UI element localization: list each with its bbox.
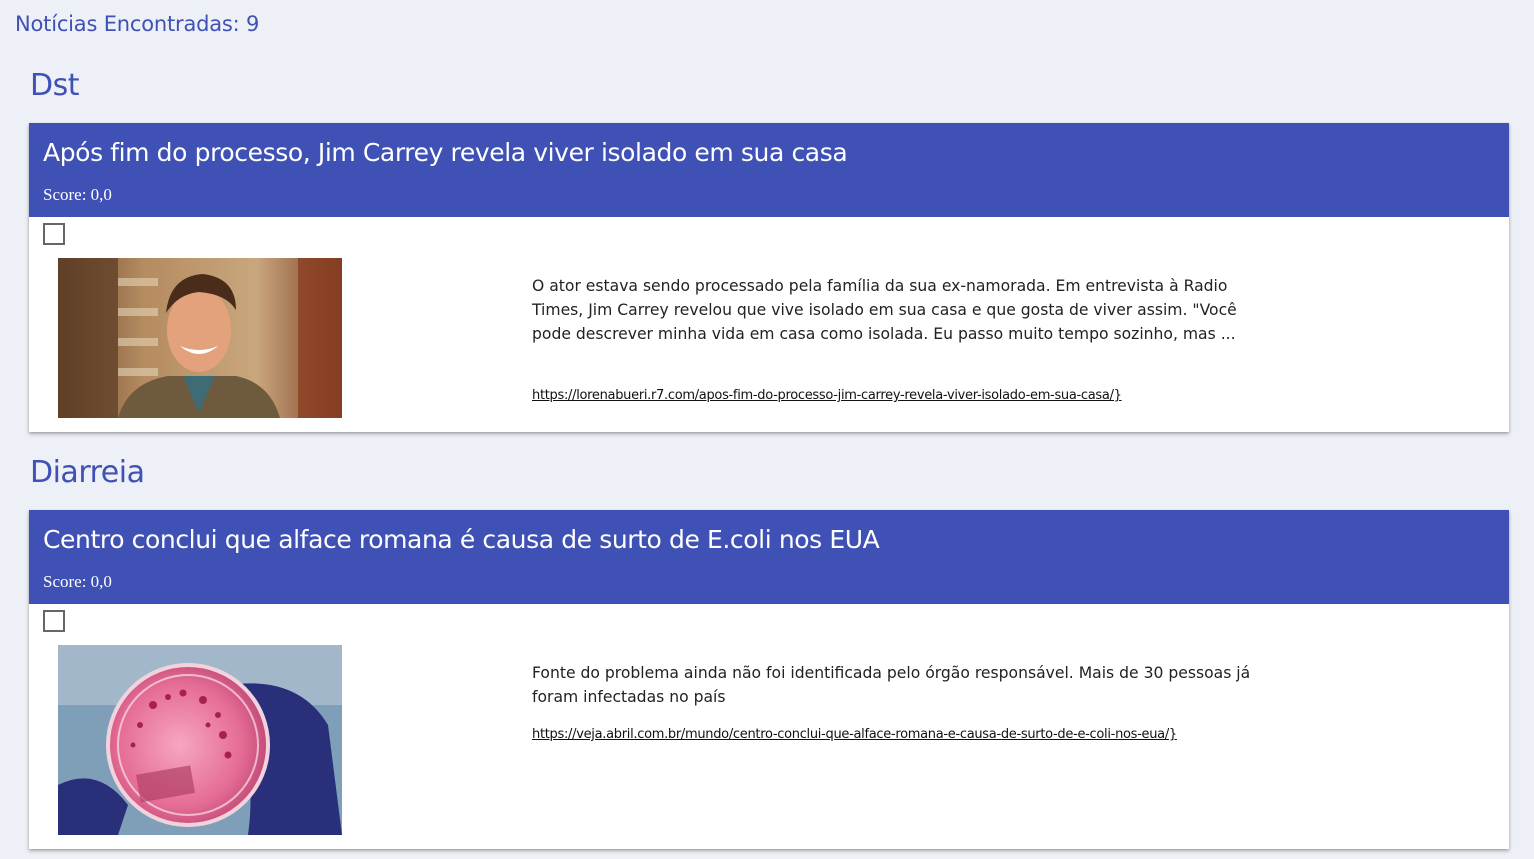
news-title: Após fim do processo, Jim Carrey revela … [43, 138, 848, 167]
news-card: Centro conclui que alface romana é causa… [29, 510, 1509, 849]
news-description: O ator estava sendo processado pela famí… [532, 277, 1237, 343]
portrait-photo [58, 258, 342, 418]
news-title: Centro conclui que alface romana é causa… [43, 525, 880, 554]
news-card: Após fim do processo, Jim Carrey revela … [29, 123, 1509, 432]
results-count: Notícias Encontradas: 9 [15, 12, 260, 36]
news-link[interactable]: https://lorenabueri.r7.com/apos-fim-do-p… [532, 386, 1232, 406]
select-checkbox[interactable] [43, 223, 65, 245]
news-score: Score: 0,0 [43, 185, 112, 204]
petri-dish-photo [58, 645, 342, 835]
select-checkbox[interactable] [43, 610, 65, 632]
news-score: Score: 0,0 [43, 572, 112, 591]
category-heading: Diarreia [30, 455, 145, 490]
news-link[interactable]: https://veja.abril.com.br/mundo/centro-c… [532, 725, 1222, 745]
news-description: Fonte do problema ainda não foi identifi… [532, 664, 1251, 706]
news-image [58, 645, 342, 835]
news-image [58, 258, 342, 418]
card-header: Após fim do processo, Jim Carrey revela … [29, 123, 1509, 217]
card-header: Centro conclui que alface romana é causa… [29, 510, 1509, 604]
news-results-page: Notícias Encontradas: 9 Dst Após fim do … [0, 0, 1534, 859]
category-heading: Dst [30, 68, 80, 103]
